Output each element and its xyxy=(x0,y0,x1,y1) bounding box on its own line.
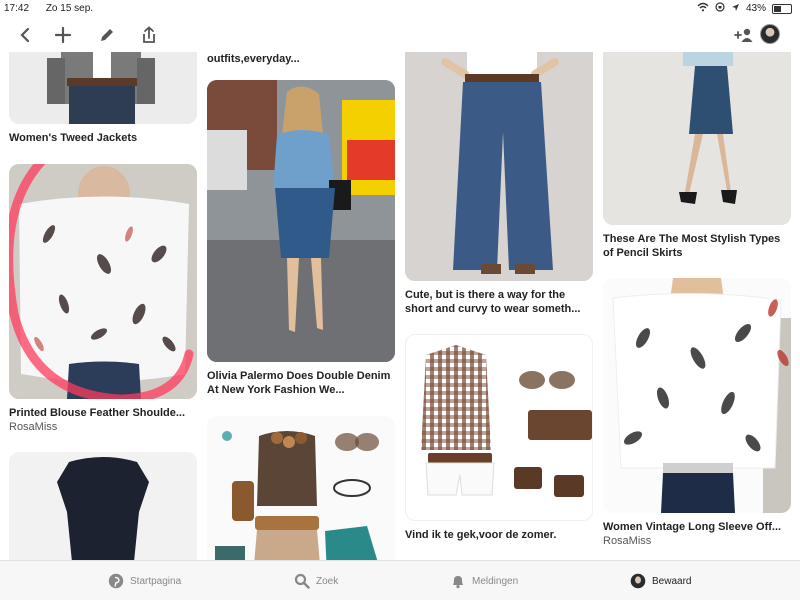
date: Zo 15 sep. xyxy=(45,3,94,14)
pin-card[interactable] xyxy=(207,416,395,560)
pin-image[interactable] xyxy=(405,334,593,521)
clock: 17:42 xyxy=(4,3,30,14)
profile-avatar[interactable] xyxy=(760,24,780,44)
battery-icon xyxy=(772,3,792,14)
tab-search-label: Zoek xyxy=(316,575,339,587)
tab-bar: Startpagina Zoek Meldingen Bewaard xyxy=(0,560,800,600)
profile-avatar-icon xyxy=(630,573,646,589)
pin-title: fashion,everyday outfits,everyday... xyxy=(207,53,300,65)
pin-card[interactable]: Women's Tweed Jackets xyxy=(9,52,197,145)
pin-card[interactable] xyxy=(9,452,197,560)
pin-source[interactable]: RosaMiss xyxy=(9,420,197,434)
tab-saved[interactable]: Bewaard xyxy=(630,573,691,589)
pinterest-icon xyxy=(108,573,124,589)
pin-title: Women Vintage Long Sleeve Off... xyxy=(603,521,782,533)
wifi-icon xyxy=(697,2,709,15)
add-button[interactable] xyxy=(50,22,76,48)
invite-collaborator-button[interactable] xyxy=(731,22,757,48)
pin-image[interactable] xyxy=(405,52,593,281)
edit-icon xyxy=(101,29,113,41)
pin-image[interactable] xyxy=(603,278,791,513)
tab-notifications-label: Meldingen xyxy=(472,575,519,587)
pin-card[interactable]: fashion,everyday outfits,everyday... xyxy=(207,52,395,66)
pin-card[interactable]: Women Vintage Long Sleeve Off... RosaMis… xyxy=(603,278,791,548)
board-toolbar xyxy=(0,18,800,52)
back-button[interactable] xyxy=(12,22,38,48)
pin-title: These Are The Most Stylish Types of Penc… xyxy=(603,233,781,259)
pin-title: Vind ik te gek,voor de zomer. xyxy=(405,529,557,541)
pin-image[interactable] xyxy=(207,80,395,362)
add-icon xyxy=(54,26,72,44)
tab-home[interactable]: Startpagina xyxy=(108,573,181,589)
pin-board: Women's Tweed Jackets Printed Blouse Fea… xyxy=(0,52,800,560)
add-person-icon xyxy=(734,28,753,42)
pin-card[interactable]: These Are The Most Stylish Types of Penc… xyxy=(603,52,791,260)
pin-image[interactable] xyxy=(9,52,197,124)
share-icon xyxy=(143,26,155,43)
tab-notifications[interactable]: Meldingen xyxy=(450,573,518,589)
pin-title: Cute, but is there a way for the short a… xyxy=(405,289,581,315)
pin-title: Olivia Palermo Does Double Denim At New … xyxy=(207,370,391,396)
pin-source[interactable]: RosaMiss xyxy=(603,534,791,548)
location-icon xyxy=(731,3,740,15)
pin-image[interactable] xyxy=(603,52,791,225)
tab-home-label: Startpagina xyxy=(130,575,182,587)
back-icon xyxy=(20,27,30,43)
bell-icon xyxy=(450,573,466,589)
pin-title: Women's Tweed Jackets xyxy=(9,132,138,144)
status-bar: 17:42 Zo 15 sep. 43% xyxy=(0,0,800,18)
battery-level xyxy=(774,5,781,12)
pin-image[interactable] xyxy=(207,416,395,560)
search-icon xyxy=(294,573,310,589)
pin-image[interactable] xyxy=(9,164,197,399)
share-button[interactable] xyxy=(136,22,162,48)
tab-saved-label: Bewaard xyxy=(652,575,692,587)
lock-rotation-icon xyxy=(715,2,725,15)
pin-image[interactable] xyxy=(9,452,197,560)
tab-search[interactable]: Zoek xyxy=(294,573,338,589)
edit-button[interactable] xyxy=(94,22,120,48)
pin-card[interactable]: Printed Blouse Feather Shoulde... RosaMi… xyxy=(9,164,197,434)
pin-title: Printed Blouse Feather Shoulde... xyxy=(9,407,186,419)
pin-card[interactable]: Vind ik te gek,voor de zomer. xyxy=(405,334,593,542)
battery-percent: 43% xyxy=(745,3,766,14)
pin-card[interactable]: Cute, but is there a way for the short a… xyxy=(405,52,593,316)
pin-card[interactable]: Olivia Palermo Does Double Denim At New … xyxy=(207,80,395,397)
